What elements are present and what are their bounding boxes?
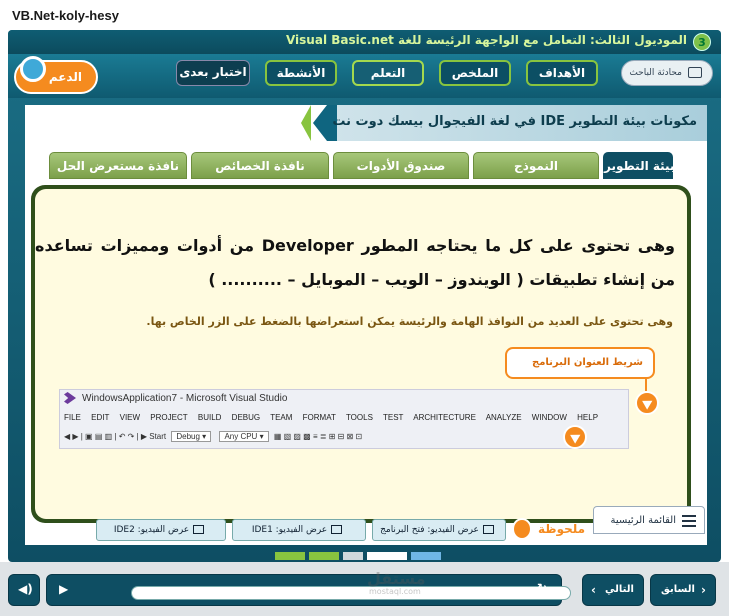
vs-window-title: WindowsApplication7 - Microsoft Visual S… [82, 393, 288, 404]
vs-menu-item: WINDOW [531, 413, 567, 422]
video-icon [193, 525, 205, 534]
main-paragraph: وهى تحتوى على كل ما يحتاجه المطور Develo… [35, 236, 676, 289]
next-label: التالي [605, 584, 634, 595]
watermark-text: مستقل [367, 569, 426, 588]
vs-toolbar: ◀ ▶ | ▣ ▤ ▥ | ↶ ↷ | ▶ Start Debug ▾ Any … [64, 431, 363, 442]
vs-menu-item: HELP [577, 413, 599, 422]
vs-menu-item: FILE [64, 413, 81, 422]
video-open-program-label: عرض الفيديو: فتح البرنامج [380, 525, 479, 535]
main-menu-button[interactable]: القائمة الرئيسية [593, 506, 705, 534]
vs-menu-item: FORMAT [302, 413, 336, 422]
note-label: ملحوظة [538, 522, 586, 536]
chat-button[interactable]: محادثة الباحث [621, 60, 713, 86]
window-titlebar: VB.Net-koly-hesy [0, 0, 729, 32]
prev-button[interactable]: السابق › [650, 574, 716, 606]
seek-container: ▶ ↻ مستقل mostaql.com [46, 569, 571, 606]
video-ide2-label: عرض الفيديو: IDE2 [113, 525, 190, 535]
vs-config-value: Debug [176, 432, 200, 441]
hotspot-toolbar-button[interactable] [563, 425, 587, 449]
lesson-title: مكونات بيئة التطوير IDE في لغة الفيجوال … [332, 114, 697, 129]
gear-icon [20, 56, 46, 82]
tab-post-test[interactable]: اختبار بعدى [176, 60, 250, 86]
vs-menu-item: PROJECT [150, 413, 188, 422]
vs-menu-item: DEBUG [231, 413, 261, 422]
support-label: الدعم [48, 70, 82, 84]
chevron-left-icon: ‹ [591, 583, 596, 597]
volume-button[interactable]: ◀) [8, 574, 40, 606]
chat-label: محادثة الباحث [629, 68, 682, 78]
app-frame: 3 الموديول الثالث: التعامل مع الواجهة ال… [8, 30, 721, 562]
vs-config-combo: Debug ▾ [171, 431, 212, 442]
player-controls: ◀) ▶ ↻ مستقل mostaql.com ‹ التالي السابق… [0, 562, 729, 616]
vs-cpu-value: Any CPU [224, 432, 258, 441]
play-icon[interactable]: ▶ [59, 582, 68, 596]
vs-menu-item: EDIT [91, 413, 110, 422]
vs-menu-item: VIEW [119, 413, 141, 422]
vs-screenshot: WindowsApplication7 - Microsoft Visual S… [59, 389, 629, 449]
vs-menu-item: ANALYZE [485, 413, 522, 422]
vs-menu-item: TEAM [270, 413, 293, 422]
note-icon [512, 518, 532, 540]
seek-bar[interactable] [131, 586, 571, 600]
tab-properties[interactable]: نافذة الخصائص [191, 152, 329, 179]
speaker-icon: ◀) [18, 582, 33, 596]
vs-menu-item: TEST [383, 413, 404, 422]
prev-label: السابق [661, 584, 695, 595]
menu-icon [682, 515, 696, 527]
main-menu-label: القائمة الرئيسية [610, 515, 676, 526]
module-number-badge: 3 [693, 33, 711, 51]
window-title: VB.Net-koly-hesy [12, 8, 119, 23]
section-progress-strip [275, 552, 445, 560]
sub-paragraph: وهى تحتوى على العديد من النوافذ الهامة و… [146, 315, 673, 328]
video-ide1-label: عرض الفيديو: IDE1 [251, 525, 328, 535]
module-bar: 3 الموديول الثالث: التعامل مع الواجهة ال… [8, 30, 721, 54]
callout-connector [645, 377, 647, 391]
vs-menu-item: ARCHITECTURE [413, 413, 476, 422]
module-title: الموديول الثالث: التعامل مع الواجهة الرئ… [285, 33, 687, 47]
tab-solution-explorer[interactable]: نافذة مستعرض الحل [49, 152, 187, 179]
video-ide1-button[interactable]: عرض الفيديو: IDE1 [232, 519, 366, 541]
video-icon [331, 525, 343, 534]
watermark-url: mostaql.com [369, 587, 421, 596]
lesson-heading: مكونات بيئة التطوير IDE في لغة الفيجوال … [327, 105, 707, 141]
titlebar-callout: شريط العنوان البرنامج [505, 347, 655, 379]
video-icon [482, 525, 494, 534]
main-nav: الدعم اختبار بعدى الأنشطة التعلم الملخص … [8, 54, 721, 98]
vs-menu-item: BUILD [197, 413, 222, 422]
hotspot-titlebar-button[interactable] [635, 391, 659, 415]
vs-menu-bar: FILE EDIT VIEW PROJECT BUILD DEBUG TEAM … [64, 413, 606, 422]
content-board: وهى تحتوى على كل ما يحتاجه المطور Develo… [31, 185, 691, 523]
tab-objectives[interactable]: الأهداف [526, 60, 598, 86]
next-button[interactable]: ‹ التالي [582, 574, 644, 606]
chevron-right-icon: › [701, 583, 706, 597]
visual-studio-logo-icon [64, 392, 76, 404]
support-button[interactable]: الدعم [14, 56, 98, 94]
replay-icon[interactable]: ↻ [537, 581, 547, 595]
video-ide2-button[interactable]: عرض الفيديو: IDE2 [96, 519, 226, 541]
tab-summary[interactable]: الملخص [439, 60, 511, 86]
content-panel: وهى تحتوى على كل ما يحتاجه المطور Develo… [35, 189, 687, 519]
vs-cpu-combo: Any CPU ▾ [219, 431, 269, 442]
tab-activities[interactable]: الأنشطة [265, 60, 337, 86]
chat-icon [688, 67, 702, 78]
vs-menu-item: TOOLS [345, 413, 373, 422]
tab-learning[interactable]: التعلم [352, 60, 424, 86]
chevron-left-icon [313, 105, 327, 141]
chevron-left-icon [301, 105, 311, 141]
callout-label: شريط العنوان البرنامج [531, 357, 643, 368]
tab-toolbox[interactable]: صندوق الأدوات [333, 152, 469, 179]
tab-ide[interactable]: بيئة التطوير [603, 152, 674, 179]
tab-form[interactable]: النموذج [473, 152, 599, 179]
video-open-program-button[interactable]: عرض الفيديو: فتح البرنامج [372, 519, 506, 541]
content-stage: مكونات بيئة التطوير IDE في لغة الفيجوال … [25, 105, 707, 545]
vs-start-label: Start [149, 432, 167, 441]
